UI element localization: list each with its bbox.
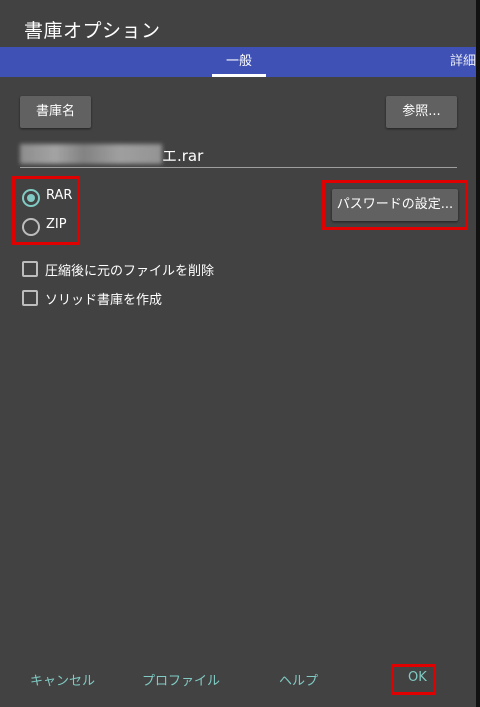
- checkbox-unchecked-icon[interactable]: [22, 261, 38, 277]
- archive-filename-input[interactable]: エ.rar: [20, 142, 457, 168]
- archive-name-button[interactable]: 書庫名: [20, 96, 91, 128]
- help-button[interactable]: ヘルプ: [279, 670, 318, 689]
- highlight-box-format: [12, 176, 80, 245]
- highlight-box-password: [322, 180, 468, 230]
- solid-archive-label: ソリッド書庫を作成: [45, 293, 163, 308]
- dialog-title: 書庫オプション: [24, 20, 161, 42]
- archive-options-dialog: 書庫オプション 一般 詳細 書庫名 参照... エ.rar RAR ZIP パス…: [0, 0, 476, 707]
- profile-button[interactable]: プロファイル: [142, 670, 220, 689]
- screen-edge: [476, 0, 480, 707]
- cancel-button[interactable]: キャンセル: [30, 670, 95, 689]
- redacted-filename-portion: [20, 144, 162, 164]
- tab-indicator: [212, 74, 266, 77]
- browse-button[interactable]: 参照...: [386, 96, 457, 128]
- tab-general[interactable]: 一般: [212, 47, 266, 77]
- highlight-box-ok: [391, 664, 436, 695]
- tab-advanced[interactable]: 詳細: [450, 47, 476, 77]
- tab-bar: 一般 詳細: [0, 47, 476, 77]
- archive-filename-suffix: エ.rar: [162, 147, 204, 165]
- checkbox-unchecked-icon[interactable]: [22, 290, 38, 306]
- delete-files-label: 圧縮後に元のファイルを削除: [45, 264, 215, 279]
